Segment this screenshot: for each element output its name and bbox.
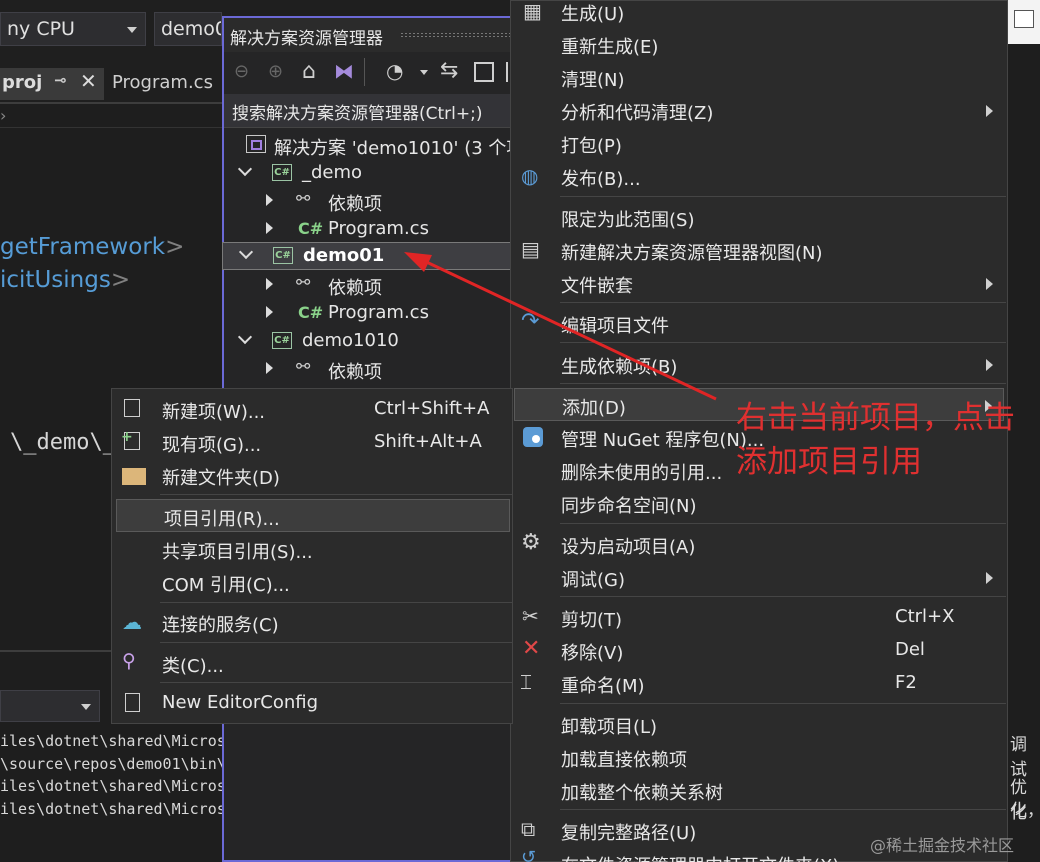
watermark: @稀土掘金技术社区 — [870, 836, 1015, 855]
annotation-arrow-head — [404, 252, 432, 272]
annotation-text-line1: 右击当前项目，点击 — [736, 400, 1015, 436]
annotation-text-line2: 添加项目引用 — [736, 444, 922, 480]
annotation-arrow-line — [417, 256, 717, 401]
